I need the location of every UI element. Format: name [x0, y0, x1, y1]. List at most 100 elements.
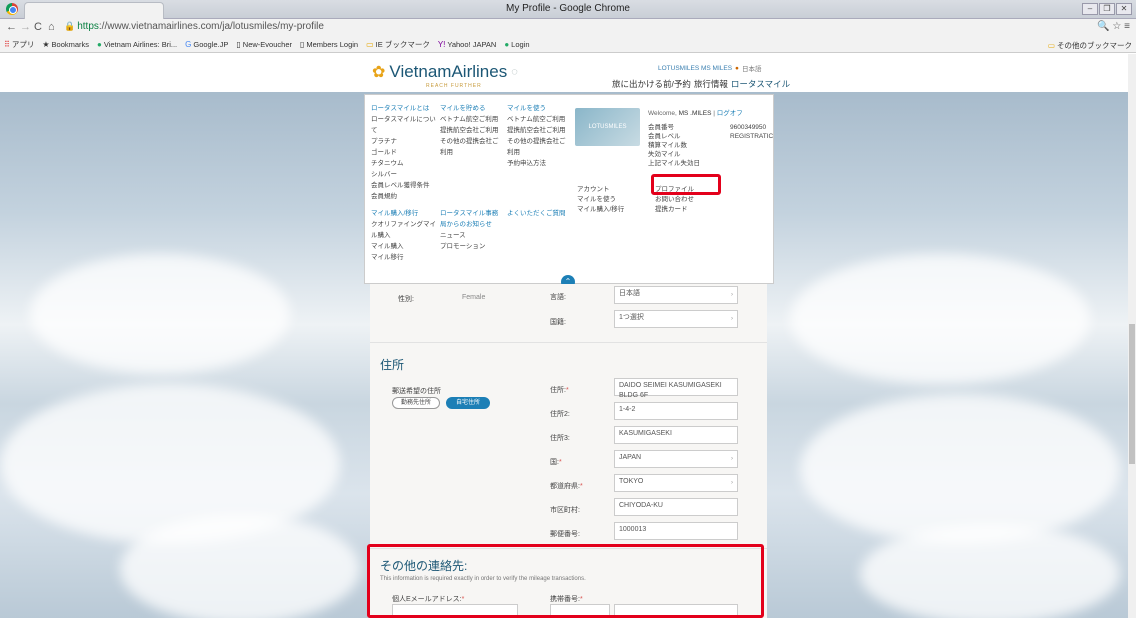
star-icon: ★ [42, 40, 50, 49]
menu-item[interactable]: プラチナ [371, 136, 437, 147]
chevron-down-icon: › [731, 292, 733, 298]
contact-link[interactable]: お問い合わせ [655, 195, 694, 205]
menu-item[interactable]: 会員レベル獲得条件 [371, 180, 437, 191]
address2-label: 住所2: [550, 411, 570, 418]
bookmark-login[interactable]: ● Login [504, 40, 529, 49]
tagline: REACH FURTHER [426, 83, 482, 89]
bookmark-ie[interactable]: ▭ IE ブックマーク [366, 39, 430, 50]
maximize-icon[interactable]: ❐ [1099, 3, 1115, 15]
menu-icon[interactable]: ≡ [1124, 21, 1130, 32]
address3-field[interactable]: KASUMIGASEKI [614, 426, 738, 444]
menu-item[interactable]: 提携航空会社ご利用 [507, 125, 571, 136]
back-icon[interactable]: ← [6, 21, 17, 33]
logout-link[interactable]: ログオフ [717, 110, 743, 117]
folder-icon: ▭ [1047, 41, 1055, 50]
minimize-icon[interactable]: – [1082, 3, 1098, 15]
mail-address-label: 郵送希望の住所 [392, 388, 441, 395]
gender-value: Female [462, 294, 486, 301]
user-link[interactable]: LOTUSMILES MS MILES [658, 65, 732, 72]
star-icon[interactable]: ☆ [1112, 21, 1121, 32]
window-titlebar: My Profile - Google Chrome – ❐ ✕ [0, 0, 1136, 19]
home-icon[interactable]: ⌂ [48, 21, 55, 33]
address-section-title: 住所 [380, 358, 405, 372]
nav-lotusmiles[interactable]: ロータスマイル [731, 78, 790, 90]
menu-heading-earn[interactable]: マイルを貯める [440, 103, 504, 114]
zip-label: 郵便番号: [550, 531, 580, 538]
reload-icon[interactable]: C [34, 21, 42, 33]
menu-item[interactable]: ベトナム航空ご利用 [507, 114, 571, 125]
apps-icon: ⠿ [4, 40, 10, 49]
use-miles-link[interactable]: マイルを使う [577, 195, 624, 205]
menu-heading-purchase[interactable]: マイル購入/移行 [371, 208, 437, 219]
gender-label: 性別: [398, 296, 414, 303]
yahoo-icon: Y! [437, 40, 446, 49]
work-address-button[interactable]: 勤務先住所 [392, 397, 440, 409]
home-address-button[interactable]: 自宅住所 [446, 397, 490, 409]
language-link[interactable]: 日本語 [742, 63, 762, 73]
menu-item[interactable]: ロータスマイルについて [371, 114, 437, 136]
address2-field[interactable]: 1-4-2 [614, 402, 738, 420]
bookmark-apps[interactable]: ⠿ アプリ [4, 39, 34, 50]
nav-travel-info[interactable]: 旅行情報 [694, 78, 728, 90]
menu-heading-faq[interactable]: よくいただくご質問 [507, 208, 571, 219]
zoom-icon[interactable]: 🔍 [1097, 21, 1109, 32]
scrollbar-thumb[interactable] [1129, 324, 1135, 464]
city-field[interactable]: CHIYODA-KU [614, 498, 738, 516]
menu-item[interactable]: その他の提携会社ご利用 [507, 136, 571, 158]
account-summary-values: 9600349950 REGISTRATIC [730, 124, 774, 140]
menu-heading-news[interactable]: ロータスマイル事務局からのお知らせ [440, 208, 504, 230]
nationality-select[interactable]: 1つ選択 › [614, 310, 738, 328]
account-link[interactable]: アカウント [577, 185, 624, 195]
window-title: My Profile - Google Chrome [506, 3, 630, 14]
chevron-down-icon: › [731, 456, 733, 462]
menu-item[interactable]: ニュース [440, 230, 504, 241]
bookmark-vietnam-airlines[interactable]: ● Vietnam Airlines: Bri... [97, 40, 177, 49]
menu-item[interactable]: チタニウム [371, 158, 437, 169]
bookmarks-bar: ⠿ アプリ ★ Bookmarks ● Vietnam Airlines: Bri..… [0, 37, 1136, 53]
menu-item[interactable]: マイル移行 [371, 252, 437, 263]
address1-field[interactable]: DAIDO SEIMEI KASUMIGASEKI BLDG 6F [614, 378, 738, 399]
browser-toolbar: ← → C ⌂ 🔒 https://www.vietnamairlines.com… [0, 19, 1136, 37]
bookmark-yahoo[interactable]: Y! Yahoo! JAPAN [438, 40, 496, 49]
bookmark-bookmarks[interactable]: ★ Bookmarks [42, 40, 89, 49]
menu-heading-use[interactable]: マイルを使う [507, 103, 571, 114]
menu-item[interactable]: ベトナム航空ご利用 [440, 114, 504, 125]
menu-item[interactable]: シルバー [371, 169, 437, 180]
flag-icon: ● [735, 64, 739, 72]
skyteam-icon: ◌ [511, 66, 518, 78]
language-label: 言語: [550, 294, 566, 301]
menu-item[interactable]: 提携航空会社ご利用 [440, 125, 504, 136]
close-icon[interactable]: ✕ [1116, 3, 1132, 15]
forward-icon[interactable]: → [20, 21, 31, 33]
country-select[interactable]: JAPAN › [614, 450, 738, 468]
menu-item[interactable]: ゴールド [371, 147, 437, 158]
menu-item[interactable]: クオリファイングマイル購入 [371, 219, 437, 241]
page-icon: ▯ [299, 40, 305, 49]
web-page: ✿ VietnamAirlines ◌ REACH FURTHER LOTUSM… [0, 54, 1128, 618]
menu-heading-about[interactable]: ロータスマイルとは [371, 103, 437, 114]
prefecture-label: 都道府県:* [550, 483, 583, 490]
lotus-icon: ✿ [372, 64, 386, 81]
prefecture-select[interactable]: TOKYO › [614, 474, 738, 492]
page-scrollbar[interactable] [1128, 54, 1136, 618]
chevron-down-icon: › [731, 316, 733, 322]
purchase-miles-link[interactable]: マイル購入/移行 [577, 205, 624, 215]
city-label: 市区町村: [550, 507, 580, 514]
nav-before-travel[interactable]: 旅に出かける前/予約 [612, 78, 691, 90]
menu-item[interactable]: マイル購入 [371, 241, 437, 252]
bookmark-google[interactable]: G Google.JP [185, 40, 228, 49]
other-bookmarks[interactable]: ▭ その他のブックマーク [1048, 40, 1132, 51]
site-logo[interactable]: ✿ VietnamAirlines ◌ [372, 62, 518, 82]
menu-item[interactable]: 会員規約 [371, 191, 437, 202]
account-summary-labels: 会員番号 会員レベル 積算マイル数 失効マイル 上記マイル失効日 [648, 124, 700, 167]
partner-card-link[interactable]: 提携カード [655, 205, 694, 215]
address-bar[interactable]: 🔒 https://www.vietnamairlines.com/ja/lotu… [64, 21, 1084, 35]
bookmark-members-login[interactable]: ▯ Members Login [300, 40, 358, 49]
contact-highlight-box [367, 544, 764, 618]
bookmark-new-evoucher[interactable]: ▯ New-Evoucher [236, 40, 292, 49]
menu-item[interactable]: 予約申込方法 [507, 158, 571, 169]
zip-field[interactable]: 1000013 [614, 522, 738, 540]
menu-item[interactable]: その他の提携会社ご利用 [440, 136, 504, 158]
language-select[interactable]: 日本語 › [614, 286, 738, 304]
menu-item[interactable]: プロモーション [440, 241, 504, 252]
